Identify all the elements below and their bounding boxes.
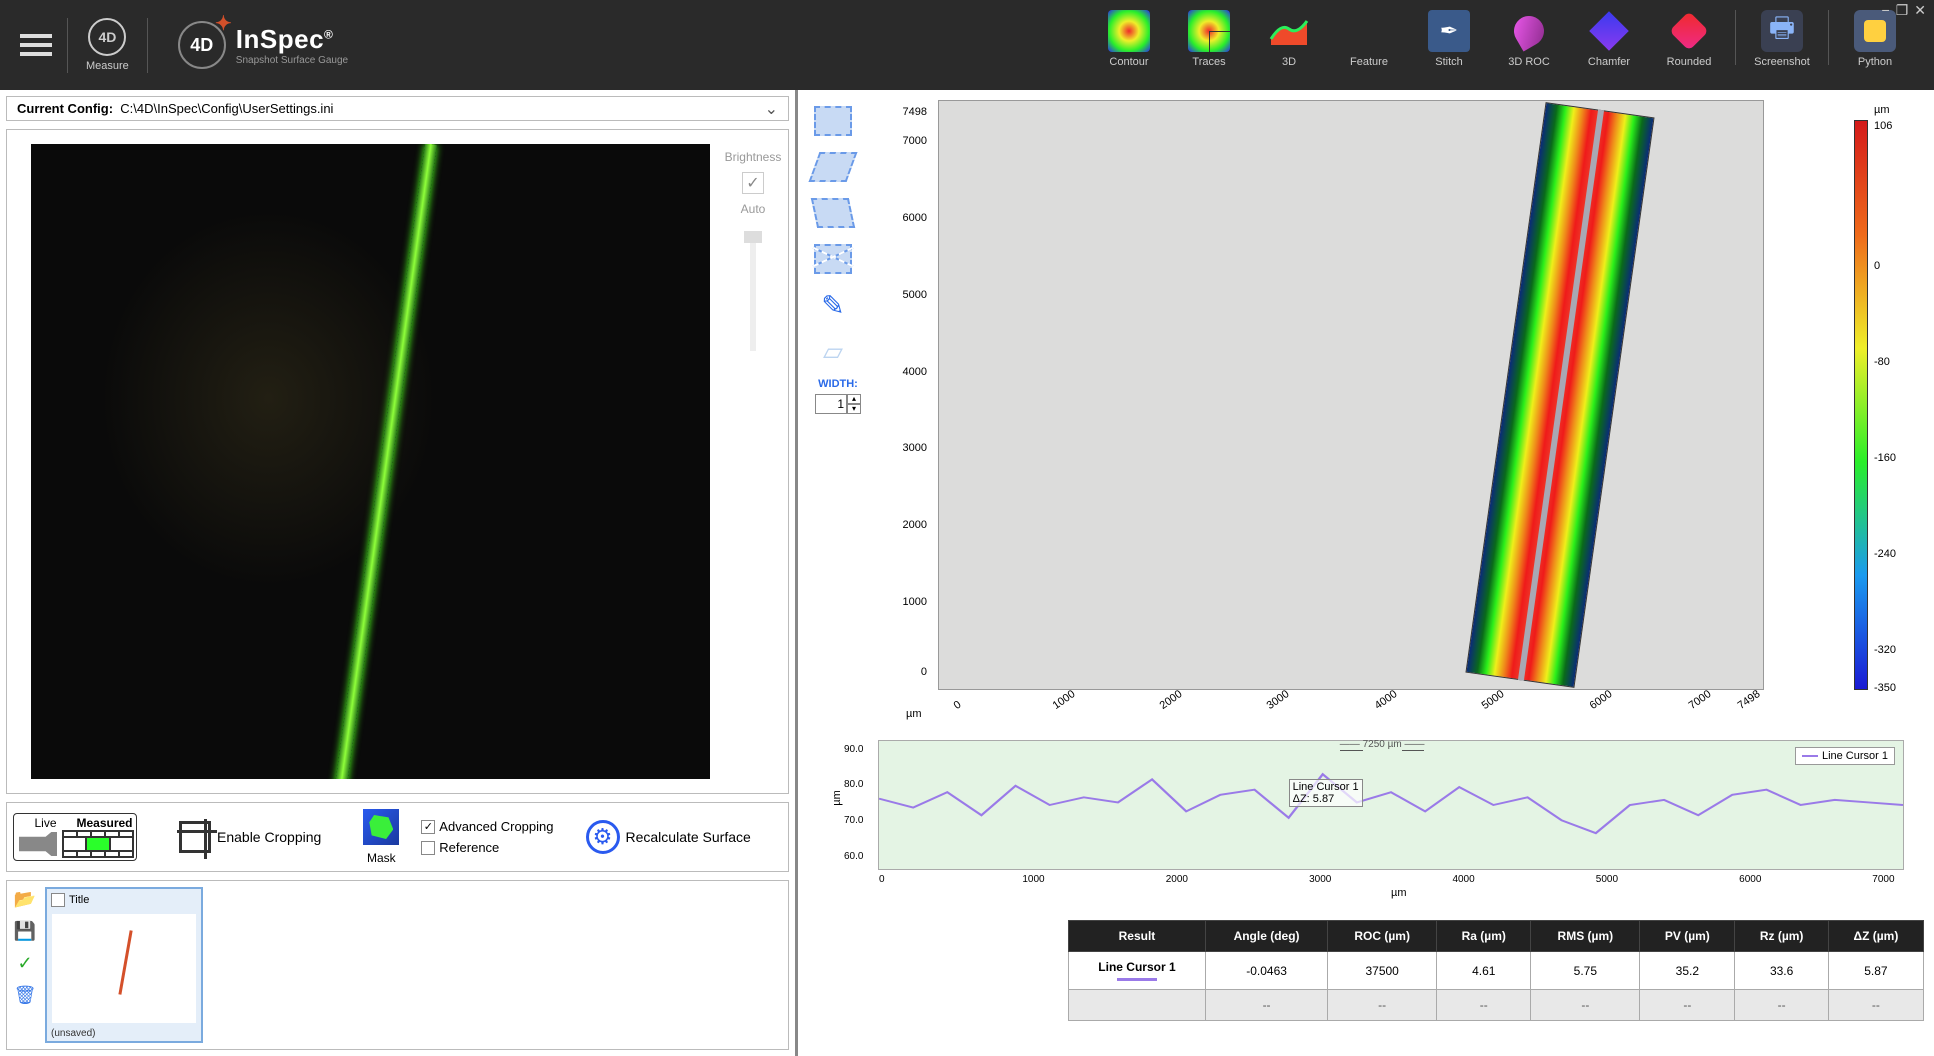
measure-icon: 4D xyxy=(88,18,126,56)
col-result: Result xyxy=(1069,921,1206,952)
parallelogram-tool-2[interactable] xyxy=(808,192,858,234)
col-dz: ΔZ (µm) xyxy=(1828,921,1923,952)
toolbar-3d[interactable]: 3D xyxy=(1250,10,1328,68)
col-angle: Angle (deg) xyxy=(1205,921,1327,952)
col-rms: RMS (µm) xyxy=(1531,921,1640,952)
crop-icon xyxy=(179,821,211,853)
thumbnail-preview xyxy=(52,914,196,1023)
enable-cropping-button[interactable]: Enable Cropping xyxy=(179,821,321,853)
app-logo: 4D✦ InSpec® Snapshot Surface Gauge xyxy=(178,21,348,69)
width-down[interactable]: ▾ xyxy=(847,404,861,414)
divider xyxy=(67,18,68,73)
table-row[interactable]: ---- ---- ---- -- xyxy=(1069,990,1924,1021)
width-stepper[interactable]: ▴▾ xyxy=(808,394,868,414)
minimize-button[interactable]: − xyxy=(1882,2,1890,19)
results-table: Result Angle (deg) ROC (µm) Ra (µm) RMS … xyxy=(1068,920,1924,1021)
brightness-slider[interactable] xyxy=(750,231,756,351)
menu-button[interactable] xyxy=(20,29,52,61)
rect-tool[interactable] xyxy=(808,100,858,142)
main-toolbar: Contour Traces 3D Feature ✒Stitch 3D ROC… xyxy=(1090,10,1914,68)
mask-icon xyxy=(363,809,399,845)
thumbnail-checkbox[interactable] xyxy=(51,893,65,907)
config-label: Current Config: xyxy=(17,101,113,116)
app-header: 4D Measure 4D✦ InSpec® Snapshot Surface … xyxy=(0,0,1934,90)
measure-button[interactable]: 4D Measure xyxy=(86,18,129,72)
maximize-button[interactable]: ❐ xyxy=(1896,2,1909,19)
divider xyxy=(1735,10,1736,65)
brightness-auto-label: Auto xyxy=(718,202,788,216)
brightness-panel: Brightness ✓ Auto xyxy=(718,130,788,793)
divider xyxy=(147,18,148,73)
film-icon xyxy=(62,830,134,858)
right-panel: ✎ ▱ WIDTH: ▴▾ 7498 7000 6000 5000 40 xyxy=(798,90,1934,1056)
axis-unit-label: µm xyxy=(906,708,922,720)
y-axis: 7498 7000 6000 5000 4000 3000 2000 1000 … xyxy=(878,100,933,690)
logo-badge: 4D✦ xyxy=(178,21,226,69)
toolbar-chamfer[interactable]: Chamfer xyxy=(1570,10,1648,68)
pencil-tool[interactable]: ✎ xyxy=(808,284,858,326)
pencil-icon: ✎ xyxy=(821,289,844,322)
eraser-tool[interactable]: ▱ xyxy=(808,330,858,372)
contour-plot[interactable]: 7498 7000 6000 5000 4000 3000 2000 1000 … xyxy=(878,100,1844,740)
toolbar-stitch[interactable]: ✒Stitch xyxy=(1410,10,1488,68)
cross-tool[interactable] xyxy=(808,238,858,280)
gear-icon: ⚙ xyxy=(586,820,620,854)
width-up[interactable]: ▴ xyxy=(847,394,861,404)
delete-button[interactable]: 🗑 xyxy=(13,983,37,1007)
measurement-thumbnail[interactable]: Title (unsaved) xyxy=(45,887,203,1043)
toolbar-screenshot[interactable]: 🖶Screenshot xyxy=(1743,10,1821,68)
brightness-auto-checkbox[interactable]: ✓ xyxy=(742,172,764,194)
save-button[interactable]: 💾 xyxy=(13,919,37,943)
table-row[interactable]: Line Cursor 1 -0.046337500 4.615.75 35.2… xyxy=(1069,952,1924,990)
camera-icon xyxy=(19,832,57,856)
close-button[interactable]: ✕ xyxy=(1914,2,1926,19)
toolbar-rounded[interactable]: Rounded xyxy=(1650,10,1728,68)
camera-viewer: Brightness ✓ Auto xyxy=(6,129,789,794)
divider xyxy=(1828,10,1829,65)
colorbar: µm 106 0 -80 -160 -240 -320 -350 xyxy=(1844,100,1924,740)
trace-cursor-info: Line Cursor 1ΔZ: 5.87 xyxy=(1289,779,1363,807)
toolbar-feature[interactable]: Feature xyxy=(1330,10,1408,68)
trace-y-label: µm xyxy=(831,790,843,806)
toolbar-traces[interactable]: Traces xyxy=(1170,10,1248,68)
toolbar-3droc[interactable]: 3D ROC xyxy=(1490,10,1568,68)
mask-button[interactable]: Mask xyxy=(363,809,399,865)
measure-label: Measure xyxy=(86,60,129,72)
brightness-label: Brightness xyxy=(718,150,788,164)
trace-legend: Line Cursor 1 xyxy=(1795,747,1895,765)
trace-x-label: µm xyxy=(1391,887,1407,899)
thumbnail-title-label: Title xyxy=(69,894,89,906)
recalculate-button[interactable]: ⚙ Recalculate Surface xyxy=(586,820,751,854)
col-pv: PV (µm) xyxy=(1640,921,1735,952)
chevron-down-icon[interactable]: ⌄ xyxy=(765,99,778,119)
trace-plot[interactable]: —— 7250 µm —— Line Cursor 1 Line Cursor … xyxy=(878,740,1904,870)
live-measured-toggle[interactable]: LiveMeasured xyxy=(13,813,137,861)
confirm-button[interactable]: ✓ xyxy=(13,951,37,975)
parallelogram-tool-1[interactable] xyxy=(808,146,858,188)
col-roc: ROC (µm) xyxy=(1328,921,1437,952)
width-label: WIDTH: xyxy=(808,378,868,390)
col-ra: Ra (µm) xyxy=(1437,921,1531,952)
open-folder-button[interactable]: 📂 xyxy=(13,887,37,911)
col-rz: Rz (µm) xyxy=(1735,921,1828,952)
thumbnail-status: (unsaved) xyxy=(51,1028,95,1039)
window-controls: − ❐ ✕ xyxy=(1882,2,1926,19)
config-path: C:\4D\InSpec\Config\UserSettings.ini xyxy=(120,101,333,116)
camera-image[interactable] xyxy=(31,144,710,779)
measurement-gallery: 📂 💾 ✓ 🗑 Title (unsaved) xyxy=(6,880,789,1050)
toolbar-contour[interactable]: Contour xyxy=(1090,10,1168,68)
width-input[interactable] xyxy=(815,394,847,414)
eraser-icon: ▱ xyxy=(823,336,843,367)
left-panel: Current Config: C:\4D\InSpec\Config\User… xyxy=(0,90,798,1056)
draw-toolbar: ✎ ▱ WIDTH: ▴▾ xyxy=(808,100,868,740)
advanced-cropping-checkbox[interactable]: ✓Advanced Cropping xyxy=(421,819,553,834)
reference-checkbox[interactable]: Reference xyxy=(421,840,553,855)
x-axis: 0 1000 2000 3000 4000 5000 6000 7000 749… xyxy=(938,695,1764,740)
config-dropdown[interactable]: Current Config: C:\4D\InSpec\Config\User… xyxy=(6,96,789,121)
measurement-controls: LiveMeasured Enable Cropping Mask xyxy=(6,802,789,872)
